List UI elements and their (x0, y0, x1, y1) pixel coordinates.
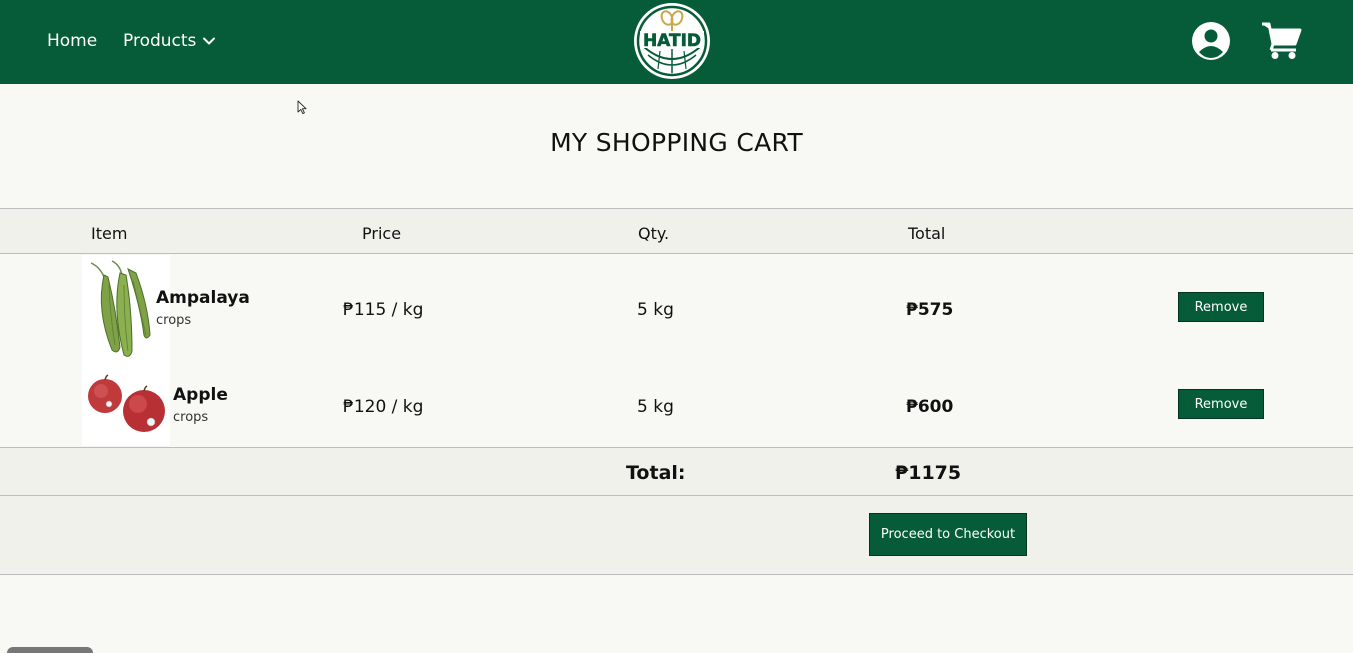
navbar: Home Products HATID (0, 0, 1353, 84)
item-price: ₱120 / kg (343, 397, 424, 417)
column-header-price: Price (362, 224, 402, 243)
user-account-icon[interactable] (1191, 21, 1231, 61)
remove-button[interactable]: Remove (1178, 389, 1264, 419)
nav-home-link[interactable]: Home (47, 31, 97, 51)
product-category: crops (156, 313, 192, 328)
item-total: ₱575 (906, 300, 954, 320)
column-header-qty: Qty. (638, 224, 670, 243)
product-name: Ampalaya (156, 288, 250, 308)
item-total: ₱600 (906, 397, 954, 417)
cart-total-value: ₱1175 (895, 462, 962, 484)
nav-products-label: Products (123, 31, 197, 51)
proceed-to-checkout-button[interactable]: Proceed to Checkout (869, 513, 1027, 556)
column-header-total: Total (908, 224, 946, 243)
divider (0, 574, 1353, 575)
mouse-pointer-icon (297, 100, 307, 115)
overlay-tab (7, 647, 93, 653)
product-name: Apple (173, 385, 228, 405)
apple-image (82, 358, 170, 446)
page-title: MY SHOPPING CART (550, 128, 803, 157)
cart-total-label: Total: (626, 462, 686, 484)
shopping-cart-icon[interactable] (1261, 20, 1303, 60)
item-qty: 5 kg (637, 300, 674, 320)
item-price: ₱115 / kg (343, 300, 424, 320)
product-category: crops (173, 410, 209, 425)
chevron-down-icon (203, 37, 216, 45)
item-qty: 5 kg (637, 397, 674, 417)
hatid-logo[interactable]: HATID (632, 1, 712, 81)
logo-text: HATID (643, 31, 701, 51)
nav-products-dropdown[interactable]: Products (123, 31, 216, 51)
checkout-row (0, 496, 1353, 574)
divider (0, 253, 1353, 254)
table-header-row (0, 209, 1353, 253)
remove-button[interactable]: Remove (1178, 292, 1264, 322)
column-header-item: Item (91, 224, 128, 243)
